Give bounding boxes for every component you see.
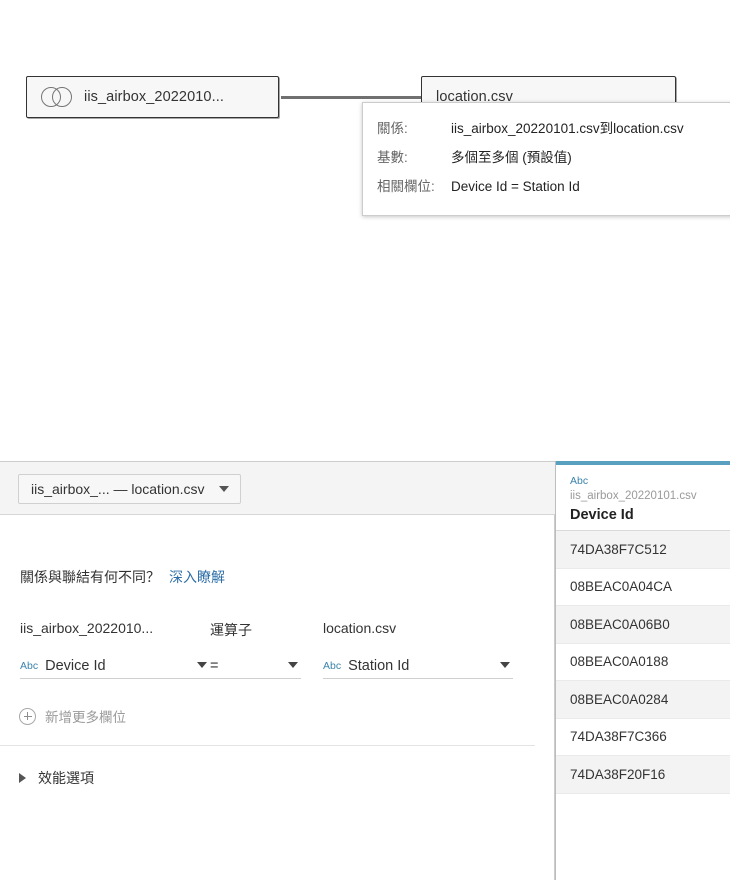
grid-row[interactable]: 08BEAC0A06B0 <box>556 606 730 644</box>
chevron-down-icon[interactable] <box>288 662 298 668</box>
tab-relationship-label: iis_airbox_... — location.csv <box>31 481 205 497</box>
condition-left-field-value: Device Id <box>45 657 106 674</box>
chevron-down-icon[interactable] <box>218 486 229 492</box>
grid-cell-value: 08BEAC0A04CA <box>570 579 673 595</box>
tooltip-value-relationship: iis_airbox_20220101.csv到location.csv <box>451 121 684 136</box>
abc-type-icon: Abc <box>323 659 342 672</box>
condition-right-field-select[interactable]: Abc Station Id <box>323 653 513 679</box>
relationship-condition-row: iis_airbox_2022010... Abc Device Id 運算子 … <box>20 620 513 679</box>
grid-source-label: iis_airbox_20220101.csv <box>570 490 697 502</box>
grid-cell-value: 74DA38F7C366 <box>570 729 667 745</box>
grid-row[interactable]: 74DA38F20F16 <box>556 756 730 794</box>
editor-divider <box>0 745 535 746</box>
condition-operator-column: 運算子 = <box>210 620 323 679</box>
performance-options-label: 效能選項 <box>38 770 94 786</box>
condition-left-field-select[interactable]: Abc Device Id <box>20 653 210 679</box>
relationship-tooltip: 關係: iis_airbox_20220101.csv到location.csv… <box>362 102 730 216</box>
plus-circle-icon <box>19 707 36 725</box>
relationship-editor-screen: iis_airbox_2022010... location.csv 關係: i… <box>0 0 730 880</box>
grid-row[interactable]: 74DA38F7C366 <box>556 719 730 756</box>
abc-type-icon: Abc <box>570 475 589 487</box>
tooltip-value-cardinality: 多個至多個 (預設值) <box>451 150 572 165</box>
relationship-link-line[interactable] <box>281 96 422 99</box>
grid-cell-value: 74DA38F20F16 <box>570 766 666 782</box>
tooltip-row-cardinality: 基數: 多個至多個 (預設值) <box>377 146 730 166</box>
data-preview-grid[interactable]: Abc iis_airbox_20220101.csv Device Id 74… <box>555 461 730 880</box>
grid-row[interactable]: 08BEAC0A0284 <box>556 681 730 719</box>
grid-cell-value: 08BEAC0A0284 <box>570 691 669 707</box>
add-more-fields-label: 新增更多欄位 <box>45 710 126 725</box>
tooltip-value-matching-fields: Device Id = Station Id <box>451 179 580 194</box>
logical-table-node-left[interactable]: iis_airbox_2022010... <box>26 76 279 118</box>
grid-column-header[interactable]: Abc iis_airbox_20220101.csv Device Id <box>556 465 730 531</box>
tooltip-row-matching-fields: 相關欄位: Device Id = Station Id <box>377 175 730 195</box>
venn-diagram-icon <box>41 87 73 107</box>
logical-table-node-left-label: iis_airbox_2022010... <box>84 89 224 105</box>
abc-type-icon: Abc <box>20 659 39 672</box>
chevron-right-icon <box>19 773 26 783</box>
grid-cell-value: 08BEAC0A06B0 <box>570 616 670 632</box>
learn-more-link[interactable]: 深入瞭解 <box>169 569 225 585</box>
condition-right-column: location.csv Abc Station Id <box>323 620 513 679</box>
grid-cell-value: 74DA38F7C512 <box>570 541 667 557</box>
tooltip-label-relationship: 關係: <box>377 121 408 136</box>
grid-rows: 74DA38F7C512 08BEAC0A04CA 08BEAC0A06B0 08BE… <box>556 531 730 794</box>
condition-right-field-value: Station Id <box>348 657 410 674</box>
condition-operator-label: 運算子 <box>210 622 252 637</box>
performance-options-toggle[interactable]: 效能選項 <box>19 768 94 788</box>
grid-row[interactable]: 08BEAC0A0188 <box>556 644 730 681</box>
tab-relationship[interactable]: iis_airbox_... — location.csv <box>18 474 241 504</box>
grid-field-name: Device Id <box>570 507 634 523</box>
chevron-down-icon[interactable] <box>500 662 510 668</box>
grid-row[interactable]: 08BEAC0A04CA <box>556 569 730 606</box>
condition-left-column: iis_airbox_2022010... Abc Device Id <box>20 620 210 679</box>
grid-row[interactable]: 74DA38F7C512 <box>556 531 730 569</box>
condition-right-table-label: location.csv <box>323 620 397 636</box>
tooltip-row-relationship: 關係: iis_airbox_20220101.csv到location.csv <box>377 117 730 137</box>
tooltip-label-cardinality: 基數: <box>377 150 408 165</box>
add-more-fields-button[interactable]: 新增更多欄位 <box>19 706 126 726</box>
help-question-text: 關係與聯結有何不同？ <box>20 569 160 585</box>
grid-cell-value: 08BEAC0A0188 <box>570 654 669 670</box>
condition-operator-select[interactable]: = <box>210 653 301 679</box>
logical-layer-canvas[interactable]: iis_airbox_2022010... location.csv 關係: i… <box>0 0 730 461</box>
tooltip-label-matching-fields: 相關欄位: <box>377 179 435 194</box>
relationship-help-line: 關係與聯結有何不同？ 深入瞭解 <box>20 567 225 587</box>
condition-operator-value: = <box>210 657 219 674</box>
condition-left-table-label: iis_airbox_2022010... <box>20 620 154 636</box>
chevron-down-icon[interactable] <box>197 662 207 668</box>
